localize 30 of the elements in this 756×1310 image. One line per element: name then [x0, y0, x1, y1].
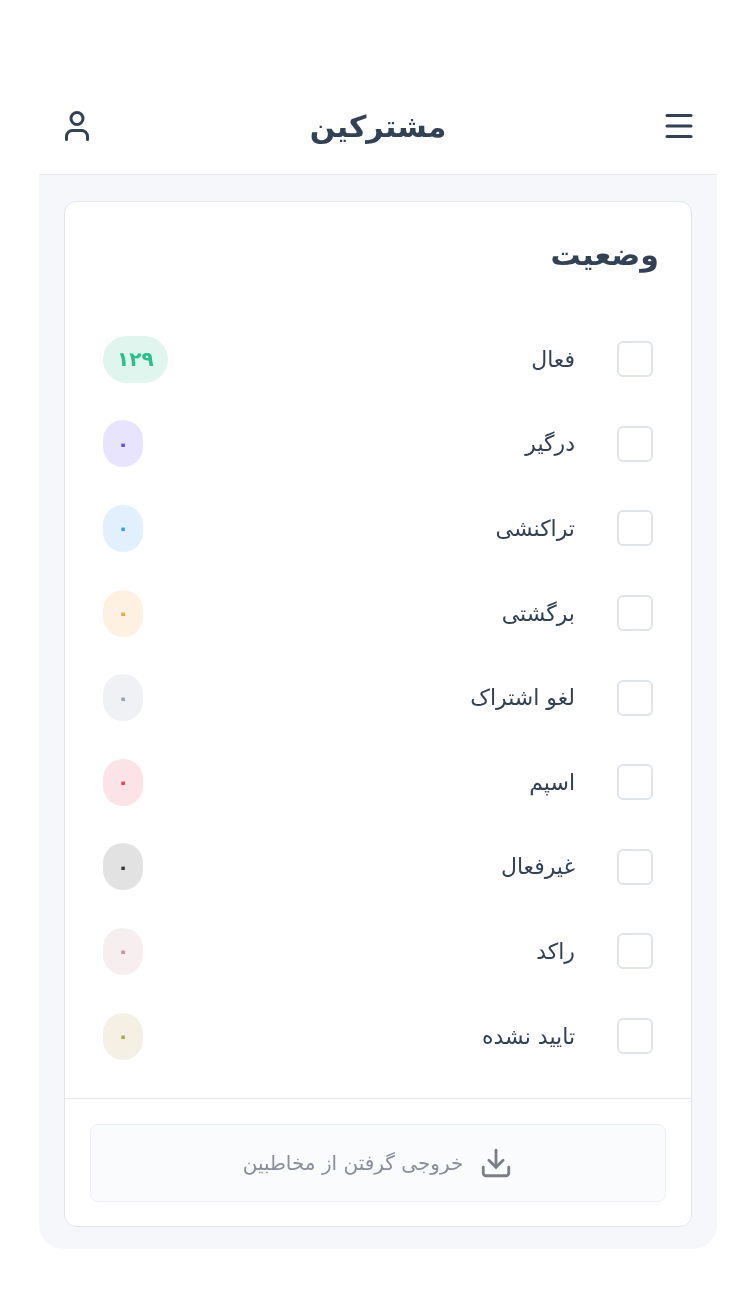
status-label: اسپم: [529, 768, 575, 798]
count-badge: ۰: [103, 505, 144, 552]
card-title: وضعیت: [549, 236, 659, 275]
status-checkbox[interactable]: [617, 1018, 653, 1055]
count-badge: ۰: [103, 927, 144, 975]
status-checkbox[interactable]: [617, 764, 653, 801]
count-badge: ۱۲۹: [103, 335, 168, 383]
status-checkbox[interactable]: [617, 341, 653, 378]
status-checkbox[interactable]: [617, 933, 653, 970]
status-label: برگشتی: [501, 599, 575, 628]
status-checkbox[interactable]: [617, 510, 653, 547]
count-badge: ۰: [103, 758, 144, 806]
status-label: لغو اشتراک: [470, 684, 575, 713]
count-badge: ۰: [103, 843, 144, 891]
status-checkbox[interactable]: [617, 595, 653, 632]
status-label: تراکنشی: [495, 515, 575, 543]
status-label: فعال: [531, 345, 575, 374]
status-checkbox[interactable]: [617, 425, 653, 462]
status-label: راکد: [536, 937, 575, 966]
count-badge: ۰: [103, 589, 144, 637]
status-checkbox[interactable]: [617, 848, 653, 885]
count-badge: ۰: [103, 1012, 144, 1060]
status-checkbox[interactable]: [617, 679, 653, 716]
count-badge: ۰: [103, 674, 144, 722]
count-badge: ۰: [103, 420, 144, 468]
status-label: غیرفعال: [500, 853, 575, 882]
status-label: تایید نشده: [482, 1022, 575, 1051]
export-button[interactable]: خروجی گرفتن از مخاطبین: [90, 1124, 666, 1203]
page-title: مشترکین: [309, 107, 447, 146]
status-label: درگیر: [525, 430, 575, 459]
